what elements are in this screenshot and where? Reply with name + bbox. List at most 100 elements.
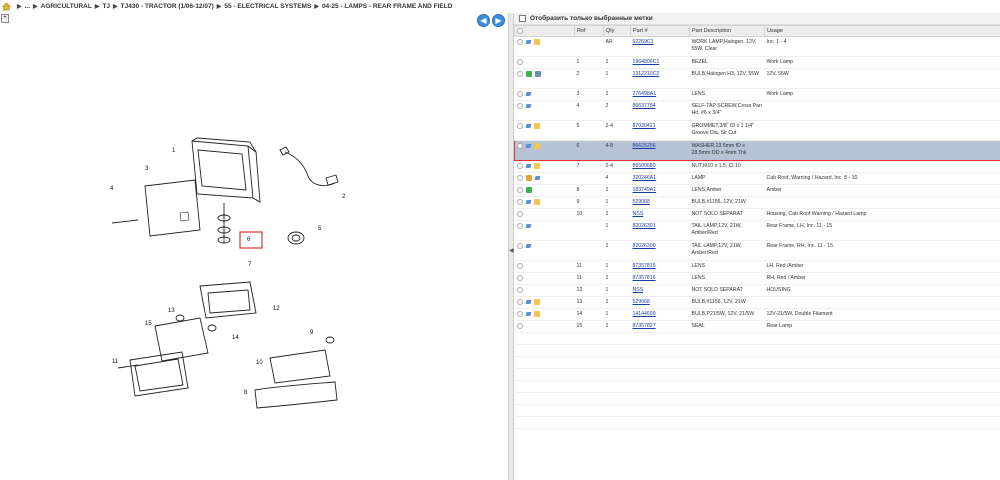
callout-2[interactable]: 2 <box>342 194 346 200</box>
link-icon[interactable] <box>524 200 532 204</box>
note-icon[interactable] <box>533 39 540 45</box>
select-all-header[interactable] <box>514 25 575 37</box>
callout-13[interactable]: 13 <box>168 308 175 314</box>
select-icon[interactable] <box>516 199 523 205</box>
table-row[interactable]: 2 1 1312210C2 BULB,Halogen H3, 12V, 55W … <box>514 68 1000 89</box>
select-icon[interactable] <box>516 299 523 305</box>
part-number-link[interactable]: 320246A1 <box>633 175 657 181</box>
link-icon[interactable] <box>524 300 532 304</box>
select-icon[interactable] <box>516 211 523 217</box>
part-number-link[interactable]: 87357816 <box>633 275 656 281</box>
link-icon[interactable] <box>524 92 532 96</box>
table-row[interactable]: 1 1 1964806C1 BEZEL Work Lamp <box>514 56 1000 69</box>
part-number-link[interactable]: 1964806C1 <box>633 59 660 65</box>
table-row[interactable]: 14 1 14144699 BULB,P21/5W, 12V, 21/5W 12… <box>514 308 1000 321</box>
note-icon[interactable] <box>533 163 540 169</box>
table-row[interactable]: 3 1 276498A1 LENS Work Lamp <box>514 88 1000 101</box>
col-header-description[interactable]: Part Description <box>689 25 765 37</box>
link-icon[interactable] <box>524 124 532 128</box>
callout-3[interactable]: 3 <box>145 166 149 172</box>
collapse-arrow-icon[interactable]: ◀ <box>509 247 514 255</box>
select-icon[interactable] <box>516 263 523 269</box>
replacement-icon[interactable] <box>525 187 532 193</box>
note-icon[interactable] <box>533 199 540 205</box>
part-number-link[interactable]: 14144699 <box>633 311 656 317</box>
part-number-link[interactable]: 87357827 <box>633 323 656 329</box>
select-icon[interactable] <box>516 175 523 181</box>
breadcrumb-item[interactable]: ... <box>25 3 30 10</box>
table-row[interactable]: 11 1 87357815 LENS LH, Red /Amber <box>514 260 1000 273</box>
select-icon[interactable] <box>516 287 523 293</box>
note-icon[interactable] <box>533 311 540 317</box>
breadcrumb-item[interactable]: AGRICULTURAL <box>41 3 92 10</box>
part-number-link[interactable]: NSS <box>633 211 644 217</box>
part-number-link[interactable]: 82026300 <box>633 243 656 249</box>
part-number-link[interactable]: 87357815 <box>633 263 656 269</box>
callout-15[interactable]: 15 <box>145 321 152 327</box>
document-icon[interactable] <box>534 71 541 77</box>
select-icon[interactable] <box>516 163 523 169</box>
gear-icon[interactable] <box>517 27 523 34</box>
home-icon[interactable] <box>2 2 11 11</box>
table-row[interactable]: 5 2-4 87030421 GROMMET,3/8" ID x 1 1/4" … <box>514 120 1000 141</box>
breadcrumb-item[interactable]: TJ <box>102 3 110 10</box>
note-icon[interactable] <box>533 299 540 305</box>
part-number-link[interactable]: 529068 <box>633 199 650 205</box>
link-icon[interactable] <box>524 40 532 44</box>
callout-6[interactable]: 6 <box>247 237 251 243</box>
table-row[interactable]: 9 1 529068 BULB,#1156, 12V, 21W <box>514 196 1000 209</box>
part-number-link[interactable]: 86500689 <box>633 163 656 169</box>
back-button[interactable]: ◀ <box>477 14 490 27</box>
callout-5[interactable]: 5 <box>318 226 322 232</box>
callout-9[interactable]: 9 <box>310 330 314 336</box>
callout-11[interactable]: 11 <box>112 359 119 365</box>
forward-button[interactable]: ▶ <box>492 14 505 27</box>
select-icon[interactable] <box>517 143 523 149</box>
select-icon[interactable] <box>516 39 523 45</box>
callout-8[interactable]: 8 <box>244 390 248 396</box>
part-number-link[interactable]: 183749A1 <box>633 187 657 193</box>
part-number-link[interactable]: 529068 <box>633 299 650 305</box>
select-icon[interactable] <box>516 91 523 97</box>
part-number-link[interactable]: 86625256 <box>633 143 656 149</box>
select-icon[interactable] <box>516 187 523 193</box>
breadcrumb-item[interactable]: TJ430 - TRACTOR (1/06-12/07) <box>121 3 214 10</box>
table-row[interactable]: 15 1 87357827 SEAL Rear Lamp <box>514 320 1000 333</box>
link-icon[interactable] <box>525 144 532 148</box>
replacement-icon[interactable] <box>525 71 532 77</box>
part-number-link[interactable]: 82026301 <box>633 223 656 229</box>
link-icon[interactable] <box>524 312 532 316</box>
table-row[interactable]: 13 1 529068 BULB,#1156, 12V, 21W <box>514 296 1000 309</box>
breadcrumb-item[interactable]: 55 - ELECTRICAL SYSTEMS <box>224 3 311 10</box>
table-row[interactable]: 11 1 87357816 LENS RH, Red / Amber <box>514 272 1000 285</box>
select-icon[interactable] <box>516 103 523 109</box>
select-icon[interactable] <box>516 323 523 329</box>
select-icon[interactable] <box>516 223 523 229</box>
table-row[interactable]: 4 320246A1 LAMP Cab Roof, Warning / Haza… <box>514 172 1000 185</box>
table-row[interactable]: AR 92269C1 WORK LAMP,Halogen, 12V, 55W, … <box>514 36 1000 57</box>
select-icon[interactable] <box>516 71 523 77</box>
link-icon[interactable] <box>533 176 541 180</box>
note-icon[interactable] <box>533 123 540 129</box>
callout-1[interactable]: 1 <box>172 148 176 154</box>
table-row[interactable]: 1 82026301 TAIL LAMP,12V, 21W, Amber/Red… <box>514 220 1000 241</box>
col-header-usage[interactable]: Usage <box>764 25 1000 37</box>
col-header-part[interactable]: Part # <box>630 25 690 37</box>
select-icon[interactable] <box>516 59 523 65</box>
callout-4[interactable]: 4 <box>110 186 114 192</box>
table-row[interactable]: 7 2-4 86500689 NUT,M10 x 1.5, Cl 10 <box>514 160 1000 173</box>
part-number-link[interactable]: 86637784 <box>633 103 656 109</box>
hand-icon[interactable] <box>525 175 532 181</box>
select-icon[interactable] <box>516 123 523 129</box>
link-icon[interactable] <box>524 104 532 108</box>
part-number-link[interactable]: 276498A1 <box>633 91 657 97</box>
table-row[interactable]: 1 82026300 TAIL LAMP,12V, 21W, Amber/Red… <box>514 240 1000 261</box>
table-row[interactable]: 4 2 86637784 SELF-TAP SCREW,Cross Pan Hd… <box>514 100 1000 121</box>
part-number-link[interactable]: 92269C1 <box>633 39 654 45</box>
show-selected-checkbox[interactable] <box>519 15 526 22</box>
col-header-ref[interactable]: Ref <box>574 25 604 37</box>
table-row-selected[interactable]: 6 4-8 86625256 WASHER,13.5mm ID x 28.5mm… <box>514 140 1000 161</box>
table-row[interactable]: 10 1 NSS NOT SOLD SEPARAT Housing, Cab R… <box>514 208 1000 221</box>
part-number-link[interactable]: NSS <box>633 287 644 293</box>
part-number-link[interactable]: 1312210C2 <box>633 71 660 77</box>
